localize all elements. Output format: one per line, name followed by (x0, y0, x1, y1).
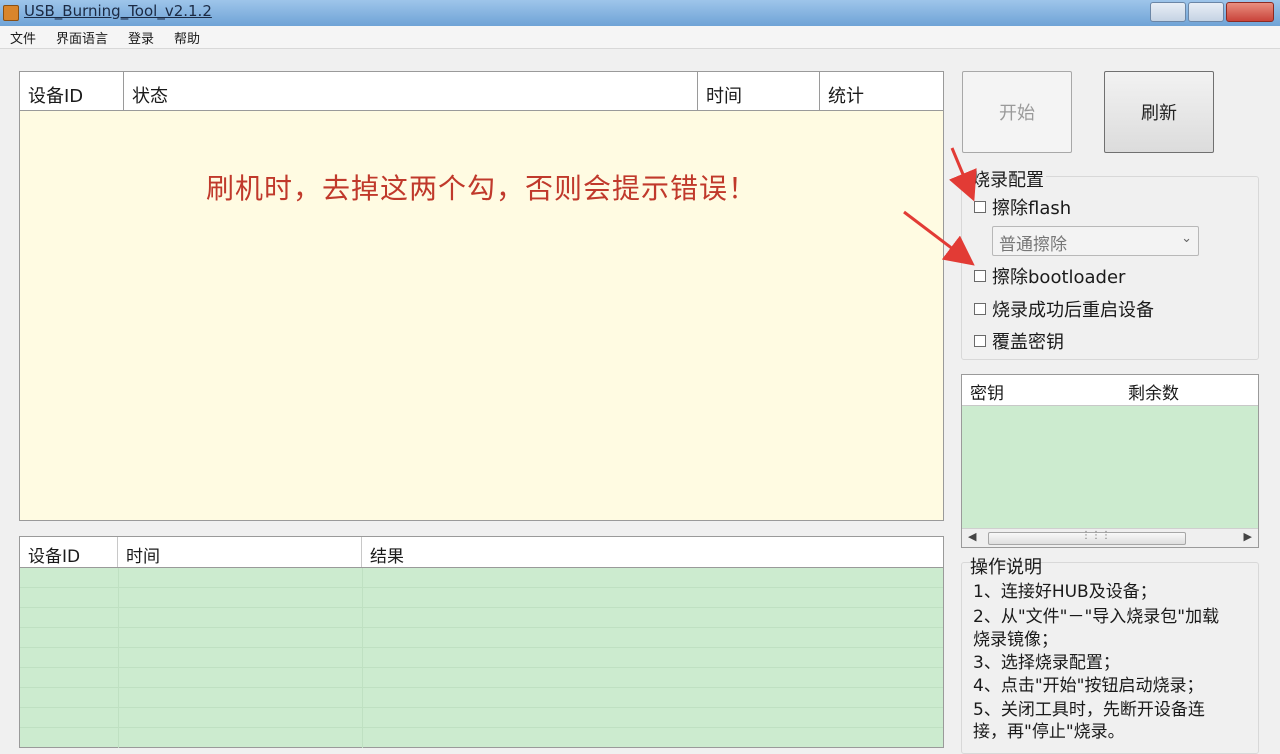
overwrite-key-checkbox[interactable] (974, 335, 986, 347)
minimize-button[interactable] (1150, 2, 1186, 22)
col-result-device-id[interactable]: 设备ID (20, 537, 118, 567)
instruction-line: 接，再"停止"烧录。 (973, 722, 1125, 742)
menu-login[interactable]: 登录 (118, 28, 164, 47)
menu-help[interactable]: 帮助 (164, 28, 210, 47)
table-row (20, 648, 943, 668)
status-table-header: 设备ID 状态 时间 统计 (20, 72, 943, 111)
instruction-line: 3、选择烧录配置； (973, 653, 1120, 673)
instruction-line: 4、点击"开始"按钮启动烧录； (973, 676, 1204, 696)
result-table-body (20, 568, 943, 748)
erase-flash-checkbox[interactable] (974, 201, 986, 213)
key-table-header: 密钥 剩余数 (962, 375, 1258, 406)
scrollbar-thumb[interactable]: ⋮⋮⋮ (988, 530, 1186, 545)
erase-flash-label: 擦除flash (992, 198, 1072, 219)
start-button[interactable]: 开始 (962, 71, 1072, 153)
erase-mode-select[interactable]: 普通擦除 ⌄ (992, 226, 1199, 256)
col-time[interactable]: 时间 (698, 72, 820, 110)
instruction-line: 1、连接好HUB及设备； (973, 582, 1157, 602)
erase-bootloader-checkbox[interactable] (974, 270, 986, 282)
col-stats[interactable]: 统计 (820, 72, 943, 110)
menu-language[interactable]: 界面语言 (46, 28, 118, 47)
instruction-line: 2、从"文件"－"导入烧录包"加载 (973, 607, 1220, 627)
table-row (20, 688, 943, 708)
reboot-after-option[interactable]: 烧录成功后重启设备 (974, 296, 1154, 322)
annotation-notice: 刷机时，去掉这两个勾，否则会提示错误！ (205, 172, 757, 205)
table-row (20, 628, 943, 648)
col-status[interactable]: 状态 (124, 72, 698, 110)
instructions-title: 操作说明 (970, 557, 1042, 578)
device-status-table[interactable]: 设备ID 状态 时间 统计 刷机时，去掉这两个勾，否则会提示错误！ (19, 71, 944, 521)
close-button[interactable] (1226, 2, 1274, 22)
result-table-header: 设备ID 时间 结果 (20, 537, 943, 568)
col-result-time[interactable]: 时间 (118, 537, 362, 567)
scroll-right-icon[interactable]: ▶ (1244, 530, 1252, 543)
column-divider (118, 568, 119, 748)
burn-result-table[interactable]: 设备ID 时间 结果 (19, 536, 944, 748)
maximize-button[interactable] (1188, 2, 1224, 22)
refresh-button[interactable]: 刷新 (1104, 71, 1214, 153)
erase-bootloader-label: 擦除bootloader (992, 267, 1126, 288)
reboot-after-label: 烧录成功后重启设备 (992, 300, 1154, 321)
menu-bar: 文件 界面语言 登录 帮助 (0, 26, 1280, 49)
app-icon (3, 5, 19, 21)
col-result[interactable]: 结果 (362, 537, 943, 567)
erase-bootloader-option[interactable]: 擦除bootloader (974, 263, 1125, 289)
window-controls (1150, 2, 1274, 22)
table-row (20, 588, 943, 608)
col-remaining[interactable]: 剩余数 (1120, 375, 1258, 405)
title-bar: USB_Burning_Tool_v2.1.2 (0, 0, 1280, 27)
key-table[interactable]: 密钥 剩余数 ◀ ⋮⋮⋮ ▶ (961, 374, 1259, 548)
column-divider (362, 568, 363, 748)
reboot-after-checkbox[interactable] (974, 303, 986, 315)
table-row (20, 568, 943, 588)
window-title: USB_Burning_Tool_v2.1.2 (24, 2, 212, 20)
horizontal-scrollbar[interactable]: ◀ ⋮⋮⋮ ▶ (962, 528, 1258, 547)
grip-icon: ⋮⋮⋮ (1081, 530, 1111, 541)
menu-file[interactable]: 文件 (0, 28, 46, 47)
erase-flash-option[interactable]: 擦除flash (974, 194, 1071, 220)
burn-config-title: 烧录配置 (970, 166, 1046, 192)
col-device-id[interactable]: 设备ID (20, 72, 124, 110)
chevron-down-icon: ⌄ (1181, 231, 1192, 246)
erase-mode-value: 普通擦除 (999, 235, 1067, 255)
overwrite-key-option[interactable]: 覆盖密钥 (974, 328, 1064, 354)
instruction-line: 烧录镜像； (973, 630, 1058, 650)
table-row (20, 608, 943, 628)
col-key[interactable]: 密钥 (962, 375, 1120, 405)
table-row (20, 668, 943, 688)
table-row (20, 708, 943, 728)
scroll-left-icon[interactable]: ◀ (968, 530, 976, 543)
instruction-line: 5、关闭工具时，先断开设备连 (973, 700, 1205, 720)
overwrite-key-label: 覆盖密钥 (992, 332, 1064, 353)
